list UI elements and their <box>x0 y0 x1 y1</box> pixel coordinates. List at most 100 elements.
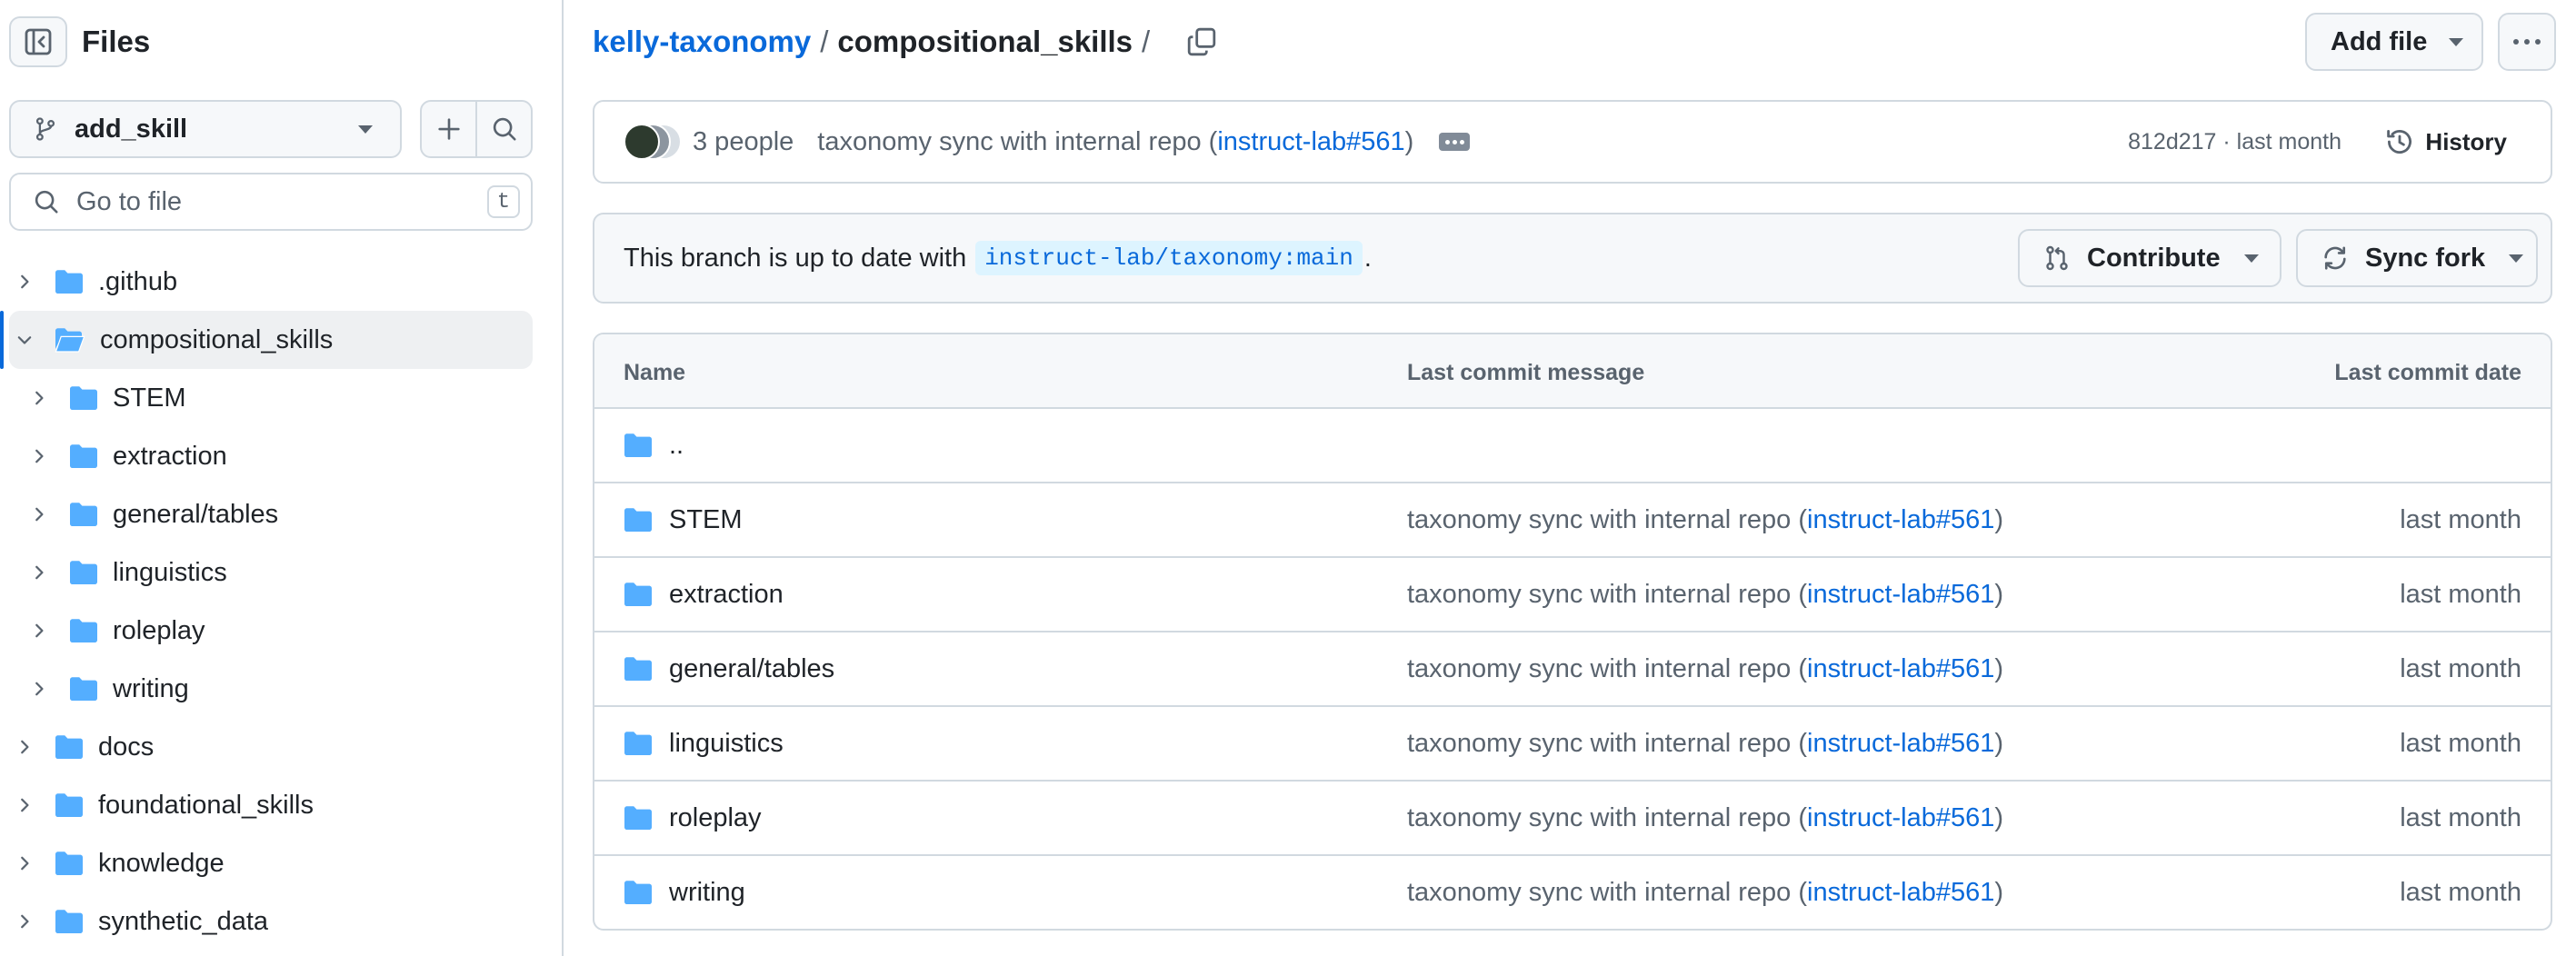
commit-pr-link[interactable]: instruct-lab#561 <box>1807 729 1994 759</box>
folder-icon <box>55 910 83 933</box>
folder-link[interactable]: general/tables <box>669 654 834 684</box>
breadcrumb-repo-link[interactable]: kelly-taxonomy <box>593 25 811 59</box>
commit-message-suffix: ) <box>1994 504 2004 534</box>
chevron-down-icon <box>2449 37 2464 46</box>
tree-item[interactable]: STEM <box>0 369 564 427</box>
table-row[interactable]: STEM taxonomy sync with internal repo (in… <box>594 483 2551 558</box>
commit-message-text[interactable]: taxonomy sync with internal repo ( <box>1407 803 1807 833</box>
history-label: History <box>2425 127 2507 155</box>
commit-date-cell: last month <box>2400 653 2521 683</box>
commit-message[interactable]: taxonomy sync with internal repo (instru… <box>817 127 1413 157</box>
folder-icon <box>624 433 652 457</box>
tree-toggle[interactable] <box>27 561 51 584</box>
commit-message-text[interactable]: taxonomy sync with internal repo ( <box>1407 729 1807 759</box>
tree-toggle[interactable] <box>13 270 36 294</box>
table-row[interactable]: roleplay taxonomy sync with internal repo… <box>594 782 2551 856</box>
chevron-right-icon <box>35 449 44 463</box>
sidebar-title: Files <box>82 25 151 58</box>
collapse-sidebar-button[interactable] <box>9 16 67 67</box>
commit-message-cell: taxonomy sync with internal repo (instru… <box>1407 707 2003 780</box>
tree-toggle[interactable] <box>27 386 51 410</box>
sync-icon <box>2324 246 2346 270</box>
contributors-count[interactable]: 3 people <box>693 127 794 157</box>
folder-icon <box>55 851 83 875</box>
history-button[interactable]: History <box>2385 127 2507 156</box>
tree-toggle[interactable] <box>13 328 36 352</box>
commit-message-text: taxonomy sync with internal repo ( <box>817 126 1218 156</box>
commit-pr-link[interactable]: instruct-lab#561 <box>1807 803 1994 833</box>
tree-toggle[interactable] <box>13 851 36 875</box>
branch-status-text: This branch is up to date with <box>624 243 967 273</box>
commit-message-text[interactable]: taxonomy sync with internal repo ( <box>1407 580 1807 610</box>
tree-item[interactable]: foundational_skills <box>0 776 564 834</box>
commit-sha-and-time[interactable]: 812d217 · last month <box>2128 129 2341 155</box>
tree-item-label: roleplay <box>113 615 205 645</box>
commit-pr-link[interactable]: instruct-lab#561 <box>1807 878 1994 908</box>
folder-link[interactable]: roleplay <box>669 803 762 833</box>
commit-message-text[interactable]: taxonomy sync with internal repo ( <box>1407 654 1807 684</box>
commit-pr-link[interactable]: instruct-lab#561 <box>1807 505 1994 535</box>
name-cell: extraction <box>624 558 784 631</box>
tree-toggle[interactable] <box>27 444 51 468</box>
chevron-down-icon <box>358 124 373 134</box>
table-row[interactable]: linguistics taxonomy sync with internal r… <box>594 707 2551 782</box>
tree-item[interactable]: docs <box>0 718 564 776</box>
folder-link[interactable]: linguistics <box>669 729 784 759</box>
chevron-right-icon <box>35 507 44 522</box>
avatar <box>624 124 660 160</box>
go-to-file-input[interactable]: Go to file t <box>9 173 533 231</box>
commit-date-cell: last month <box>2400 579 2521 609</box>
commit-pr-link[interactable]: instruct-lab#561 <box>1807 580 1994 610</box>
tree-item[interactable]: .github <box>0 253 564 311</box>
commit-message-suffix: ) <box>1994 877 2004 907</box>
tree-item[interactable]: general/tables <box>0 485 564 543</box>
tree-toggle[interactable] <box>27 503 51 526</box>
contributor-avatars[interactable] <box>624 122 684 162</box>
parent-directory-link[interactable]: .. <box>669 431 684 461</box>
add-file-dropdown-button[interactable]: Add file <box>2305 13 2483 71</box>
commit-pr-link[interactable]: instruct-lab#561 <box>1807 654 1994 684</box>
chevron-right-icon <box>35 623 44 638</box>
folder-link[interactable]: extraction <box>669 580 784 610</box>
tree-item[interactable]: writing <box>0 660 564 718</box>
commit-message-suffix: ) <box>1994 653 2004 683</box>
commit-pr-link[interactable]: instruct-lab#561 <box>1217 127 1404 156</box>
folder-open-icon <box>55 328 85 353</box>
tree-item[interactable]: knowledge <box>0 834 564 892</box>
table-row[interactable]: extraction taxonomy sync with internal re… <box>594 558 2551 632</box>
tree-item-label: STEM <box>113 383 186 413</box>
search-files-button[interactable] <box>475 102 531 156</box>
tree-item[interactable]: roleplay <box>0 602 564 660</box>
tree-toggle[interactable] <box>13 735 36 759</box>
sync-fork-button[interactable]: Sync fork <box>2296 229 2538 287</box>
table-row[interactable]: general/tables taxonomy sync with interna… <box>594 632 2551 707</box>
git-branch-icon <box>35 117 55 141</box>
tree-toggle[interactable] <box>27 677 51 701</box>
branch-selector[interactable]: add_skill <box>9 100 402 158</box>
expand-commit-message-button[interactable] <box>1439 133 1471 151</box>
commit-message-cell: taxonomy sync with internal repo (instru… <box>1407 632 2003 705</box>
commit-message-text[interactable]: taxonomy sync with internal repo ( <box>1407 878 1807 908</box>
tree-toggle[interactable] <box>13 793 36 817</box>
commit-message-text[interactable]: taxonomy sync with internal repo ( <box>1407 505 1807 535</box>
tree-item[interactable]: synthetic_data <box>0 892 564 951</box>
tree-item[interactable]: linguistics <box>0 543 564 602</box>
table-row[interactable]: writing taxonomy sync with internal repo … <box>594 856 2551 929</box>
name-cell: STEM <box>624 483 743 556</box>
history-icon <box>2387 130 2412 154</box>
contribute-button[interactable]: Contribute <box>2018 229 2281 287</box>
branch-name: add_skill <box>75 114 188 144</box>
add-file-button[interactable] <box>422 102 475 156</box>
folder-icon <box>624 881 652 904</box>
commit-date-cell: last month <box>2400 877 2521 907</box>
tree-toggle[interactable] <box>27 619 51 642</box>
folder-link[interactable]: STEM <box>669 505 743 535</box>
copy-path-button[interactable] <box>1186 26 1217 57</box>
parent-directory-row[interactable]: .. <box>594 409 2551 483</box>
tree-toggle[interactable] <box>13 910 36 933</box>
folder-link[interactable]: writing <box>669 878 745 908</box>
more-options-button[interactable] <box>2498 13 2556 71</box>
tree-item-label: synthetic_data <box>98 906 269 936</box>
tree-item[interactable]: compositional_skills <box>0 311 533 369</box>
tree-item[interactable]: extraction <box>0 427 564 485</box>
